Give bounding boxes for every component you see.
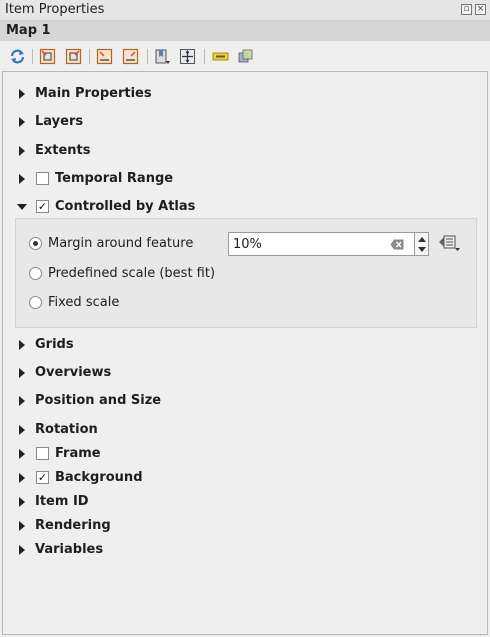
labeling-settings-icon[interactable] bbox=[212, 48, 229, 65]
background-checkbox[interactable]: ✓ bbox=[36, 471, 49, 484]
view-extent-in-canvas-icon[interactable] bbox=[65, 48, 82, 65]
margin-label: Margin around feature bbox=[48, 236, 194, 251]
chevron-right-icon bbox=[19, 146, 25, 156]
section-extents[interactable]: Extents bbox=[3, 140, 483, 162]
section-frame[interactable]: Frame bbox=[3, 443, 483, 465]
section-overviews[interactable]: Overviews bbox=[3, 362, 483, 384]
chevron-right-icon bbox=[19, 497, 25, 507]
chevron-right-icon bbox=[19, 117, 25, 127]
section-background[interactable]: ✓ Background bbox=[3, 467, 483, 489]
view-scale-in-canvas-icon[interactable] bbox=[122, 48, 139, 65]
section-label: Variables bbox=[35, 542, 104, 557]
window-title: Item Properties bbox=[5, 2, 105, 17]
section-label: Frame bbox=[55, 446, 101, 461]
clipping-settings-icon[interactable] bbox=[237, 48, 254, 65]
clear-icon[interactable] bbox=[390, 239, 404, 250]
chevron-right-icon bbox=[19, 473, 25, 483]
fixed-scale-radio[interactable] bbox=[29, 296, 42, 309]
toolbar bbox=[0, 42, 490, 70]
section-position-and-size[interactable]: Position and Size bbox=[3, 390, 483, 412]
margin-spinbox-arrows[interactable] bbox=[415, 232, 429, 256]
float-icon[interactable]: ▫ bbox=[461, 4, 472, 15]
set-extent-to-canvas-icon[interactable] bbox=[39, 48, 56, 65]
data-defined-override-icon[interactable] bbox=[437, 234, 461, 252]
chevron-right-icon bbox=[19, 368, 25, 378]
section-label: Background bbox=[55, 470, 143, 485]
controlled-by-atlas-checkbox[interactable]: ✓ bbox=[36, 200, 49, 213]
chevron-down-icon bbox=[17, 204, 27, 210]
section-label: Main Properties bbox=[35, 86, 152, 101]
section-label: Temporal Range bbox=[55, 171, 174, 186]
section-rendering[interactable]: Rendering bbox=[3, 515, 483, 537]
section-label: Rotation bbox=[35, 422, 98, 437]
radio-selected-dot bbox=[33, 241, 38, 246]
predefined-scale-label: Predefined scale (best fit) bbox=[48, 266, 216, 281]
title-bar: Item Properties ▫ × bbox=[0, 0, 490, 21]
close-icon[interactable]: × bbox=[475, 4, 486, 15]
item-name: Map 1 bbox=[6, 23, 51, 38]
margin-radio[interactable] bbox=[29, 237, 42, 250]
chevron-right-icon bbox=[19, 396, 25, 406]
section-temporal-range[interactable]: Temporal Range bbox=[3, 168, 483, 190]
interactive-edit-icon[interactable] bbox=[179, 48, 196, 65]
chevron-right-icon bbox=[19, 174, 25, 184]
section-label: Controlled by Atlas bbox=[55, 199, 196, 214]
margin-input[interactable]: 10% bbox=[228, 232, 415, 256]
section-label: Layers bbox=[35, 114, 84, 129]
spin-up-icon[interactable] bbox=[418, 237, 426, 242]
section-label: Position and Size bbox=[35, 393, 162, 408]
section-variables[interactable]: Variables bbox=[3, 539, 483, 561]
chevron-right-icon bbox=[19, 340, 25, 350]
margin-value: 10% bbox=[233, 237, 262, 252]
section-rotation[interactable]: Rotation bbox=[3, 419, 483, 441]
set-scale-to-canvas-icon[interactable] bbox=[96, 48, 113, 65]
section-layers[interactable]: Layers bbox=[3, 111, 483, 133]
item-name-bar: Map 1 bbox=[0, 21, 490, 41]
section-label: Grids bbox=[35, 337, 74, 352]
fixed-scale-label: Fixed scale bbox=[48, 295, 120, 310]
section-label: Item ID bbox=[35, 494, 89, 509]
atlas-settings-group: Margin around feature 10% Predefined sca… bbox=[15, 218, 477, 328]
section-label: Rendering bbox=[35, 518, 111, 533]
section-grids[interactable]: Grids bbox=[3, 334, 483, 356]
section-controlled-by-atlas[interactable]: ✓ Controlled by Atlas bbox=[3, 196, 483, 218]
frame-checkbox[interactable] bbox=[36, 447, 49, 460]
chevron-right-icon bbox=[19, 545, 25, 555]
properties-panel: Main Properties Layers Extents Temporal … bbox=[2, 71, 488, 635]
refresh-icon[interactable] bbox=[9, 48, 26, 65]
bookmarks-icon[interactable] bbox=[154, 48, 171, 65]
chevron-right-icon bbox=[19, 449, 25, 459]
section-label: Overviews bbox=[35, 365, 112, 380]
chevron-right-icon bbox=[19, 521, 25, 531]
section-label: Extents bbox=[35, 143, 91, 158]
temporal-range-checkbox[interactable] bbox=[36, 172, 49, 185]
chevron-right-icon bbox=[19, 425, 25, 435]
chevron-right-icon bbox=[19, 89, 25, 99]
predefined-scale-radio[interactable] bbox=[29, 267, 42, 280]
spin-down-icon[interactable] bbox=[418, 247, 426, 252]
section-item-id[interactable]: Item ID bbox=[3, 491, 483, 513]
section-main-properties[interactable]: Main Properties bbox=[3, 83, 483, 105]
